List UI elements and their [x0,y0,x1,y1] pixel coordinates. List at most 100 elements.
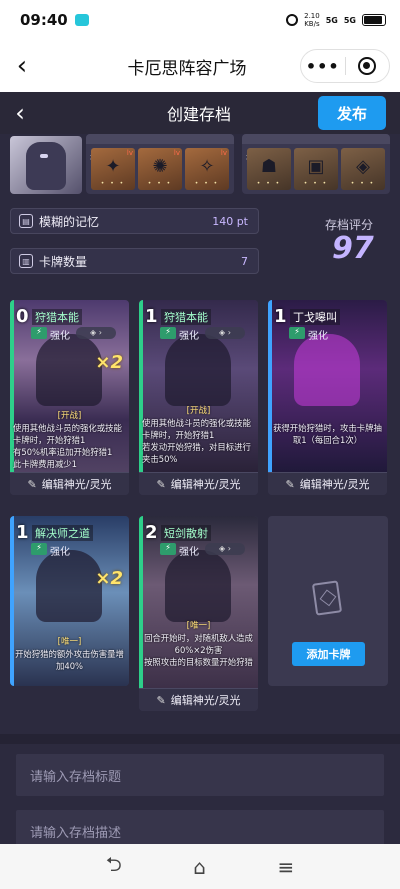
stat-value: 7 [241,254,248,268]
add-card-slot[interactable]: 添加卡牌 [268,516,388,686]
dagger-icon: ✦ [105,156,121,177]
card-keyword: [唯一] [57,637,82,647]
card-name: 狩猎本能 [161,309,211,325]
card-keyword: [开战] [57,411,82,421]
nav-home-icon[interactable]: ⌂ [193,855,206,879]
card-description: [唯一] 回合开始时，对随机敌人造成60%×2伤害 按照攻击的目标数量开始狩猎 [142,620,255,668]
gear-slot[interactable]: ☗ • • • [247,148,291,190]
cube-icon: ◈ [356,156,370,177]
card-extra: 按照攻击的目标数量开始狩猎 [144,657,253,667]
card-illustration [165,334,231,406]
equip-strip [242,134,390,144]
stat-value: 140 pt [212,214,248,228]
card-name: 狩猎本能 [32,309,82,325]
card-effect: 使用其他战斗员的强化或技能卡牌时，开始狩猎1 [13,423,122,445]
card-multiplier: ×2 [95,568,123,589]
card-type-icon: ⚡ [31,327,47,339]
card-note: 此卡牌费用减少1 [13,459,77,469]
card-keyword: [唯一] [186,621,211,631]
card-type: 强化 [179,547,199,558]
deck-card[interactable]: 1 狩猎本能 ⚡ 强化 ◈ › [开战] 使用其他战斗员的强化或技能卡牌时，开始… [139,300,258,495]
card-type: 强化 [50,547,70,558]
slot-dots: • • • [100,180,126,187]
pencil-icon: ✎ [27,477,37,491]
device-icon: ▣ [307,156,325,177]
card-type: 强化 [308,331,328,342]
content-area: ⇄ lv ✦ • • • lv ✺ • • • lv ✧ • • • ⇄ ☗ •… [0,134,400,844]
blade-icon: ✧ [199,156,215,177]
weapon-slot[interactable]: lv ✧ • • • [185,148,229,190]
gear-slot[interactable]: ▣ • • • [294,148,338,190]
nav-back-icon[interactable]: ⮌ [106,850,122,884]
card-count-icon: ▥ [19,254,33,268]
card-name: 丁戈嗥叫 [290,309,340,325]
card-description: [唯一] 开始狩猎的额外攻击伤害量增加40% [13,636,126,672]
card-count-row: ▥ 卡牌数量 7 [10,248,259,274]
card-keyword: [开战] [186,406,211,416]
card-effect: 回合开始时，对随机敌人造成60%×2伤害 [144,633,253,655]
add-card-button[interactable]: 添加卡牌 [292,642,365,666]
page-back-icon[interactable]: ‹ [0,99,40,127]
pencil-icon: ✎ [156,693,166,707]
edit-card-button[interactable]: ✎ 编辑神光/灵光 [139,688,258,711]
close-mini-program-button[interactable] [346,57,390,75]
close-target-icon [358,57,377,75]
card-cost: 1 [274,306,287,327]
mini-program-title-bar: ‹ 卡厄思阵容广场 ••• [0,40,400,92]
edit-card-button[interactable]: ✎ 编辑神光/灵光 [139,472,258,495]
deck-card[interactable]: 2 短剑散射 ⚡ 强化 ◈ › [唯一] 回合开始时，对随机敌人造成60%×2伤… [139,516,258,711]
card-illustration [36,334,102,406]
signal-icon: 5G [325,15,338,25]
pencil-icon: ✎ [156,477,166,491]
publish-button[interactable]: 发布 [318,96,386,130]
deck-card[interactable]: 0 狩猎本能 ⚡ 强化 ◈ › ×2 [开战] 使用其他战斗员的强化或技能卡牌时… [10,300,129,495]
equip-strip [86,134,234,144]
card-description: [开战] 使用其他战斗员的强化或技能卡牌时，开始狩猎1 若发动开始狩猎，对目标进… [142,405,255,465]
weapon-slot[interactable]: lv ✦ • • • [91,148,135,190]
more-icon[interactable]: ••• [301,57,345,76]
weapon-slot[interactable]: lv ✺ • • • [138,148,182,190]
back-icon[interactable]: ‹ [0,51,44,81]
mini-program-title: 卡厄思阵容广场 [127,58,247,79]
gear-slots: ⇄ ☗ • • • ▣ • • • ◈ • • • [242,134,390,194]
status-bar: 09:40 2.10 KB/s 5G 5G [0,0,400,40]
card-deck-icon [311,580,343,616]
edit-label: 编辑神光/灵光 [41,478,112,491]
deck-card[interactable]: 1 丁戈嗥叫 ⚡ 强化 获得开始狩猎时，攻击卡牌抽取1（每回合1次） ✎ 编辑神… [268,300,387,495]
signal-icon-2: 5G [343,15,356,25]
slot-dots: • • • [303,180,329,187]
character-portrait[interactable] [10,136,82,194]
section-divider [0,734,400,744]
memory-icon: ▤ [19,214,33,228]
armor-icon: ☗ [260,156,278,177]
gear-slot[interactable]: ◈ • • • [341,148,385,190]
weapon-slots: ⇄ lv ✦ • • • lv ✺ • • • lv ✧ • • • [86,134,234,194]
deck-card[interactable]: 1 解决师之道 ⚡ 强化 ×2 [唯一] 开始狩猎的额外攻击伤害量增加40% [10,516,129,686]
card-type-icon: ⚡ [160,327,176,339]
edit-card-button[interactable]: ✎ 编辑神光/灵光 [10,472,129,495]
card-effect: 开始狩猎的额外攻击伤害量增加40% [15,649,124,671]
save-description-input[interactable]: 请输入存档描述 [16,810,384,844]
card-illustration [294,334,360,406]
card-effect: 获得开始狩猎时，攻击卡牌抽取1（每回合1次） [273,423,382,445]
character-eye [40,154,48,158]
nav-menu-icon[interactable]: ≡ [277,855,294,879]
card-extra: 若发动开始狩猎，对目标进行夹击50% [142,442,251,464]
card-type: 强化 [50,331,70,342]
system-nav-bar: ⮌ ⌂ ≡ [0,844,400,889]
card-name: 短剑散射 [161,525,211,541]
page-title: 创建存档 [166,105,231,124]
alarm-icon [286,14,299,26]
net-speed: 2.10 KB/s [304,12,320,28]
card-rarity-edge [268,300,272,472]
card-pill: ◈ › [205,327,245,339]
card-description: 获得开始狩猎时，攻击卡牌抽取1（每回合1次） [271,422,384,446]
card-description: [开战] 使用其他战斗员的强化或技能卡牌时，开始狩猎1 有50%机率追加开始狩猎… [13,410,126,470]
status-icons: 2.10 KB/s 5G 5G [286,12,386,28]
slot-dots: • • • [350,180,376,187]
character-art [26,142,66,190]
card-cost: 1 [16,522,29,543]
save-title-input[interactable]: 请输入存档标题 [16,754,384,796]
card-type-icon: ⚡ [160,543,176,555]
edit-card-button[interactable]: ✎ 编辑神光/灵光 [268,472,387,495]
